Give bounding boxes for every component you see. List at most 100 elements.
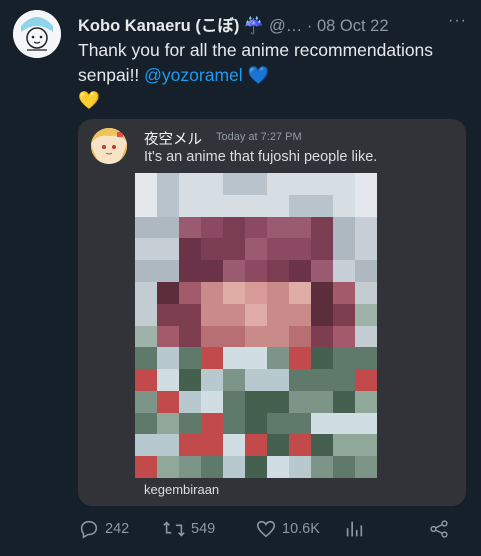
mosaic-tile xyxy=(355,390,377,413)
mosaic-tile xyxy=(135,412,157,435)
mosaic-tile xyxy=(135,347,157,370)
mosaic-tile xyxy=(135,434,157,457)
mosaic-tile xyxy=(135,325,157,348)
mosaic-tile xyxy=(355,194,377,217)
mosaic-tile xyxy=(223,194,245,217)
mosaic-tile xyxy=(223,347,245,370)
mosaic-tile xyxy=(179,173,201,195)
mosaic-tile xyxy=(179,347,201,370)
mosaic-tile xyxy=(267,216,289,239)
like-button[interactable]: 10.6K xyxy=(255,518,320,540)
views-button[interactable] xyxy=(343,518,365,540)
mosaic-tile xyxy=(355,325,377,348)
mosaic-tile xyxy=(311,281,333,304)
mosaic-tile xyxy=(201,281,223,304)
mosaic-tile xyxy=(157,173,179,195)
mosaic-tile xyxy=(135,390,157,413)
mosaic-tile xyxy=(223,260,245,283)
reply-button[interactable]: 242 xyxy=(78,518,129,540)
mosaic-tile xyxy=(267,412,289,435)
mosaic-tile xyxy=(289,434,311,457)
mosaic-tile xyxy=(267,303,289,326)
action-bar: 242 549 10.6K xyxy=(78,518,473,546)
mosaic-tile xyxy=(201,325,223,348)
mosaic-tile xyxy=(355,347,377,370)
mosaic-tile xyxy=(311,303,333,326)
mosaic-tile xyxy=(245,456,267,478)
mosaic-tile xyxy=(179,194,201,217)
mosaic-tile xyxy=(201,238,223,261)
pixelated-image xyxy=(135,173,377,478)
mosaic-tile xyxy=(333,238,355,261)
share-icon xyxy=(430,520,448,538)
mosaic-tile xyxy=(333,347,355,370)
mosaic-tile xyxy=(179,260,201,283)
mosaic-tile xyxy=(157,456,179,478)
blue-heart-emoji: 💙 xyxy=(242,65,270,85)
mosaic-tile xyxy=(311,194,333,217)
mosaic-tile xyxy=(267,456,289,478)
mosaic-tile xyxy=(223,238,245,261)
mosaic-tile xyxy=(333,456,355,478)
mosaic-tile xyxy=(289,369,311,392)
mosaic-tile xyxy=(267,260,289,283)
mosaic-tile xyxy=(355,434,377,457)
mosaic-tile xyxy=(157,194,179,217)
mosaic-tile xyxy=(245,216,267,239)
reply-icon xyxy=(80,520,98,539)
mosaic-tile xyxy=(135,238,157,261)
mosaic-tile xyxy=(355,412,377,435)
mosaic-tile xyxy=(289,281,311,304)
mosaic-tile xyxy=(245,173,267,195)
mosaic-tile xyxy=(311,456,333,478)
mosaic-tile xyxy=(311,173,333,195)
mosaic-tile xyxy=(267,281,289,304)
mosaic-tile xyxy=(135,456,157,478)
mosaic-tile xyxy=(201,456,223,478)
mosaic-tile xyxy=(223,303,245,326)
mosaic-tile xyxy=(201,412,223,435)
mosaic-tile xyxy=(355,303,377,326)
author-avatar[interactable] xyxy=(13,10,61,58)
mosaic-tile xyxy=(245,260,267,283)
reply-count: 242 xyxy=(105,521,130,537)
mosaic-tile xyxy=(333,390,355,413)
share-button[interactable] xyxy=(428,518,450,540)
mosaic-tile xyxy=(311,260,333,283)
author-handle[interactable]: @… xyxy=(264,17,302,35)
mosaic-tile xyxy=(223,456,245,478)
author-name[interactable]: Kobo Kanaeru (こぼ) ☔ xyxy=(78,17,264,35)
mention-link[interactable]: @yozoramel xyxy=(144,65,243,85)
mosaic-tile xyxy=(267,347,289,370)
retweet-button[interactable]: 549 xyxy=(162,518,215,540)
mosaic-tile xyxy=(179,369,201,392)
embed-username: 夜空メル xyxy=(144,132,202,148)
more-options-icon[interactable]: ··· xyxy=(448,12,467,30)
mosaic-tile xyxy=(223,173,245,195)
mosaic-tile xyxy=(135,369,157,392)
mosaic-tile xyxy=(135,194,157,217)
mosaic-tile xyxy=(157,325,179,348)
mosaic-tile xyxy=(267,325,289,348)
mosaic-tile xyxy=(201,390,223,413)
mosaic-tile xyxy=(157,434,179,457)
mosaic-tile xyxy=(267,173,289,195)
mosaic-tile xyxy=(355,216,377,239)
embed-message: It's an anime that fujoshi people like. xyxy=(144,149,378,165)
mosaic-tile xyxy=(179,281,201,304)
mosaic-tile xyxy=(179,216,201,239)
mosaic-tile xyxy=(201,303,223,326)
mosaic-tile xyxy=(245,238,267,261)
mosaic-tile xyxy=(311,325,333,348)
mosaic-tile xyxy=(223,281,245,304)
mosaic-tile xyxy=(355,281,377,304)
mosaic-tile xyxy=(289,194,311,217)
attached-image-card[interactable]: 夜空メル Today at 7:27 PM It's an anime that… xyxy=(78,119,466,506)
mosaic-tile xyxy=(135,173,157,195)
tweet-date[interactable]: 08 Oct 22 xyxy=(317,17,389,35)
mosaic-tile xyxy=(157,369,179,392)
mosaic-tile xyxy=(179,238,201,261)
mosaic-tile xyxy=(223,325,245,348)
mosaic-tile xyxy=(201,347,223,370)
mosaic-tile xyxy=(157,390,179,413)
